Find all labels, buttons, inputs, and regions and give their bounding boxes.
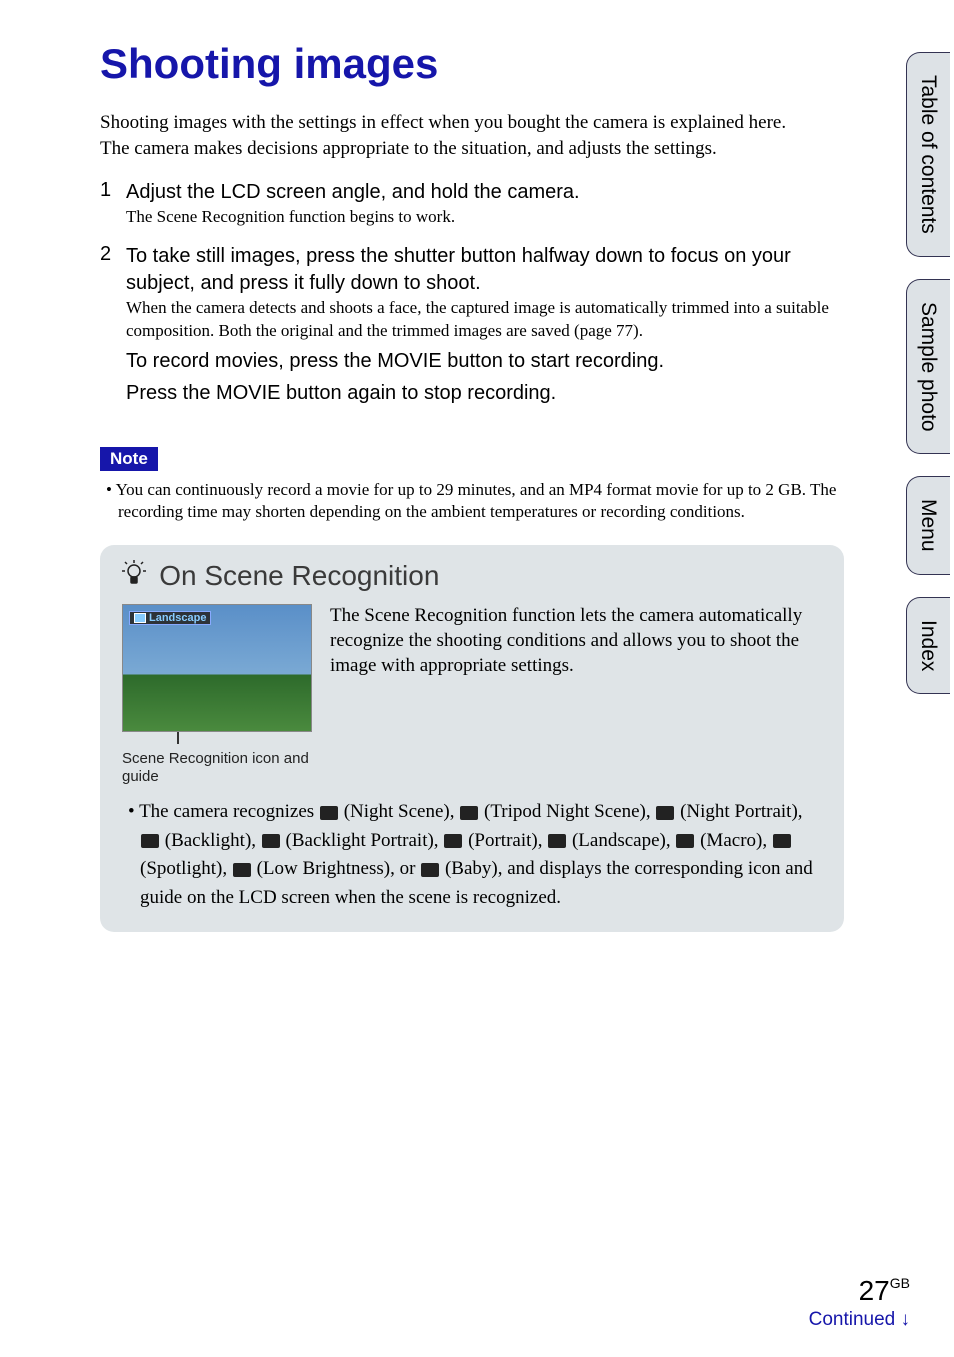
scene-list-item: The camera recognizes (Night Scene), (Tr… bbox=[140, 798, 822, 912]
tip-caption: Scene Recognition icon and guide bbox=[122, 750, 312, 786]
scene-label-overlay: Landscape bbox=[129, 611, 211, 625]
intro-line-1: Shooting images with the settings in eff… bbox=[100, 112, 786, 133]
note-label: Note bbox=[100, 447, 158, 471]
scene-recognition-preview: Landscape bbox=[122, 604, 312, 732]
page-number-value: 27 bbox=[859, 1275, 890, 1306]
step-number: 2 bbox=[100, 243, 122, 266]
tab-table-of-contents[interactable]: Table of contents bbox=[906, 52, 950, 257]
note-list: You can continuously record a movie for … bbox=[100, 479, 844, 523]
step-heading: To take still images, press the shutter … bbox=[126, 245, 791, 294]
landscape-icon bbox=[134, 613, 146, 623]
note-item: You can continuously record a movie for … bbox=[118, 479, 844, 523]
scene-label-text: Landscape bbox=[149, 612, 206, 624]
callout-line bbox=[177, 732, 179, 744]
step-1: 1 Adjust the LCD screen angle, and hold … bbox=[100, 179, 844, 229]
intro-line-2: The camera makes decisions appropriate t… bbox=[100, 138, 717, 159]
step-movie-2: Press the MOVIE button again to stop rec… bbox=[126, 379, 844, 407]
step-movie-1: To record movies, press the MOVIE button… bbox=[126, 347, 844, 375]
page-title: Shooting images bbox=[100, 40, 844, 88]
intro-text: Shooting images with the settings in eff… bbox=[100, 110, 844, 161]
step-subtext: The Scene Recognition function begins to… bbox=[126, 207, 455, 226]
step-subtext: When the camera detects and shoots a fac… bbox=[126, 298, 829, 340]
continued-indicator: Continued ↓ bbox=[809, 1309, 910, 1331]
step-heading: Adjust the LCD screen angle, and hold th… bbox=[126, 181, 580, 203]
tip-title: On Scene Recognition bbox=[122, 559, 822, 592]
tip-image-column: Landscape Scene Recognition icon and gui… bbox=[122, 604, 312, 786]
page-region: GB bbox=[890, 1275, 910, 1291]
page-footer: 27GB Continued ↓ bbox=[809, 1275, 910, 1331]
tip-box: On Scene Recognition Landscape Scene Rec… bbox=[100, 545, 844, 932]
tip-description: The Scene Recognition function lets the … bbox=[330, 604, 822, 786]
lightbulb-icon bbox=[122, 561, 153, 591]
page-number: 27GB bbox=[809, 1275, 910, 1307]
tip-scene-list: The camera recognizes (Night Scene), (Tr… bbox=[122, 798, 822, 912]
step-2: 2 To take still images, press the shutte… bbox=[100, 243, 844, 407]
tip-title-text: On Scene Recognition bbox=[159, 560, 439, 591]
side-tabs: Table of contents Sample photo Menu Inde… bbox=[906, 52, 954, 716]
tab-sample-photo[interactable]: Sample photo bbox=[906, 279, 950, 455]
step-number: 1 bbox=[100, 179, 122, 202]
tab-menu[interactable]: Menu bbox=[906, 476, 950, 575]
tab-index[interactable]: Index bbox=[906, 597, 950, 694]
